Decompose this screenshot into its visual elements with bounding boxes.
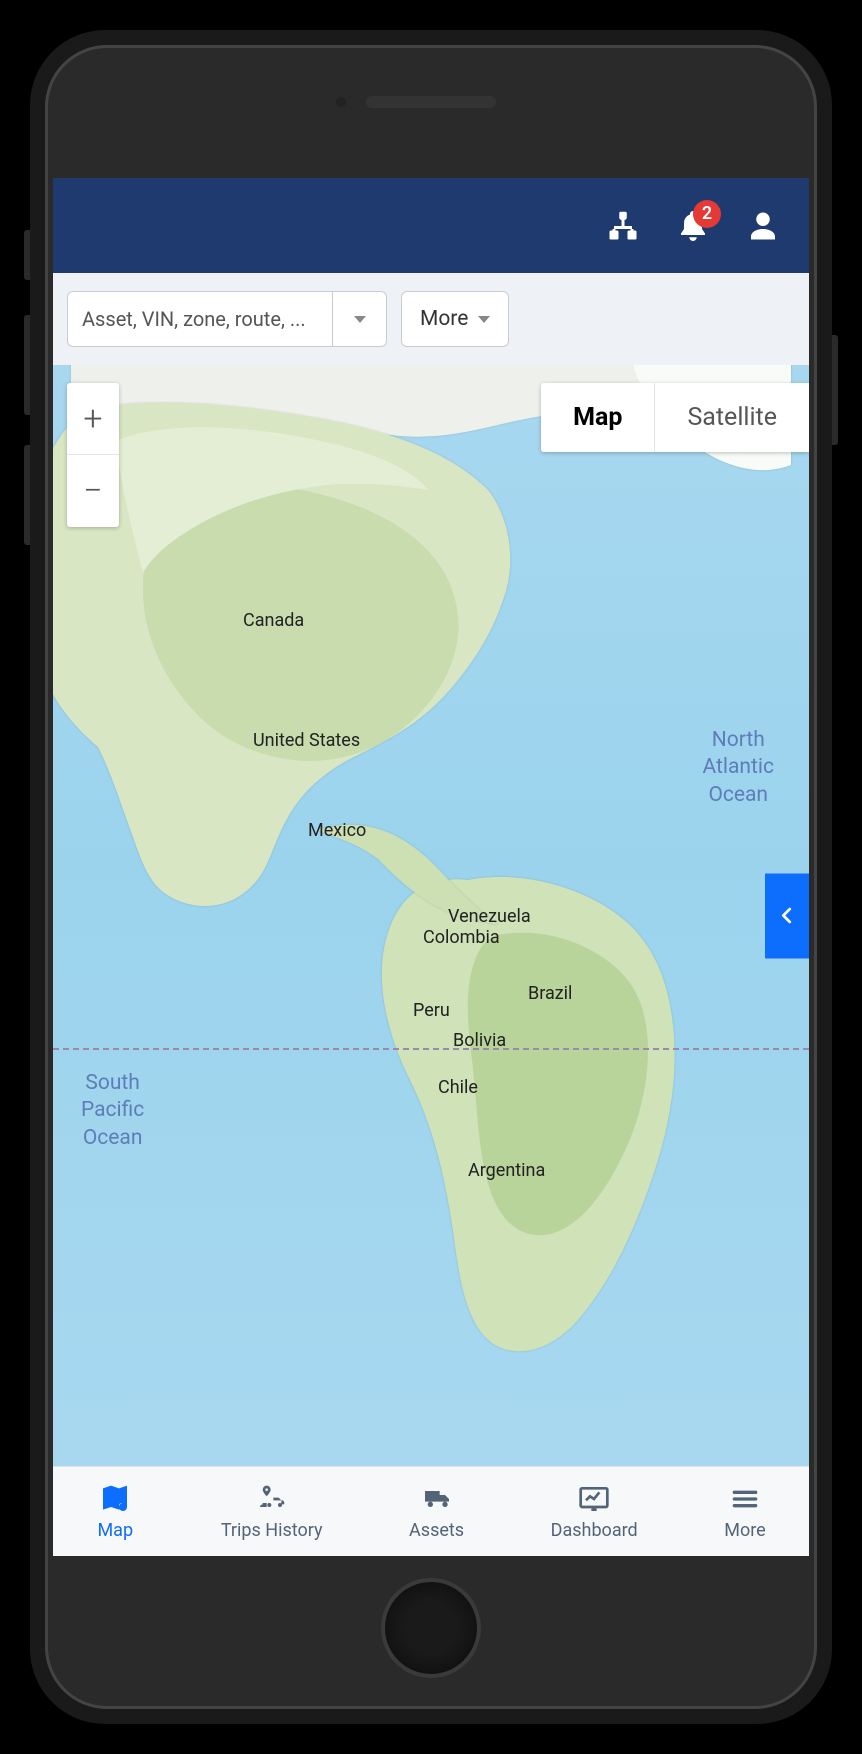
map-label-colombia: Colombia — [423, 927, 500, 948]
notifications-icon[interactable]: 2 — [675, 208, 711, 244]
ocean-label-south-pacific: South Pacific Ocean — [81, 1070, 144, 1152]
phone-camera — [336, 97, 346, 107]
nav-assets[interactable]: Assets — [409, 1483, 464, 1541]
nav-dashboard[interactable]: Dashboard — [551, 1483, 638, 1541]
map-icon — [96, 1483, 134, 1515]
map-type-map-button[interactable]: Map — [541, 383, 655, 452]
zoom-out-button[interactable]: − — [67, 455, 119, 527]
nav-trips-history[interactable]: Trips History — [221, 1483, 323, 1541]
map-label-peru: Peru — [413, 1000, 450, 1021]
phone-speaker — [366, 96, 496, 108]
app-header: 2 — [53, 178, 809, 273]
notification-badge: 2 — [693, 200, 721, 228]
phone-home-button[interactable] — [381, 1578, 481, 1678]
map-label-argentina: Argentina — [468, 1160, 545, 1181]
search-input[interactable]: Asset, VIN, zone, route, ... — [67, 291, 332, 347]
truck-icon — [418, 1483, 456, 1515]
nav-label: More — [724, 1520, 765, 1541]
map-label-mexico: Mexico — [308, 820, 366, 841]
dashboard-icon — [575, 1483, 613, 1515]
nav-label: Dashboard — [551, 1520, 638, 1541]
bottom-nav: Map Trips History Assets Dashboard More — [53, 1466, 809, 1556]
phone-frame: 2 Asset, VIN, zone, route, ... More — [30, 30, 832, 1724]
nav-label: Assets — [409, 1520, 464, 1541]
search-combo: Asset, VIN, zone, route, ... — [67, 291, 387, 347]
zoom-in-button[interactable]: + — [67, 383, 119, 455]
map-label-brazil: Brazil — [528, 983, 572, 1004]
nav-label: Trips History — [221, 1520, 323, 1541]
phone-side-button — [832, 335, 838, 445]
map-label-bolivia: Bolivia — [453, 1030, 506, 1051]
phone-body: 2 Asset, VIN, zone, route, ... More — [45, 45, 817, 1709]
more-filter-button[interactable]: More — [401, 291, 509, 347]
map-type-satellite-button[interactable]: Satellite — [655, 383, 809, 452]
chevron-down-icon — [478, 316, 490, 323]
nav-label: Map — [97, 1520, 133, 1541]
more-label: More — [420, 307, 468, 331]
user-profile-icon[interactable] — [745, 208, 781, 244]
chevron-down-icon — [354, 316, 366, 323]
map-label-canada: Canada — [243, 610, 304, 631]
zoom-controls: + − — [67, 383, 119, 527]
filter-bar: Asset, VIN, zone, route, ... More — [53, 273, 809, 365]
phone-side-button — [24, 230, 30, 280]
search-dropdown-button[interactable] — [332, 291, 387, 347]
map-label-us: United States — [253, 730, 360, 751]
map-label-venezuela: Venezuela — [448, 906, 531, 927]
hierarchy-icon[interactable] — [605, 208, 641, 244]
ocean-label-north-atlantic: North Atlantic Ocean — [703, 727, 775, 809]
menu-icon — [726, 1483, 764, 1515]
chevron-left-icon — [776, 905, 798, 927]
trips-icon — [253, 1483, 291, 1515]
equator-line — [53, 1048, 809, 1050]
app-screen: 2 Asset, VIN, zone, route, ... More — [53, 178, 809, 1556]
nav-map[interactable]: Map — [96, 1483, 134, 1541]
map-type-toggle: Map Satellite — [541, 383, 809, 452]
map-label-chile: Chile — [438, 1077, 478, 1098]
collapse-panel-button[interactable] — [765, 873, 809, 958]
phone-side-button — [24, 315, 30, 415]
map-canvas[interactable]: Canada United States Mexico Venezuela Co… — [53, 365, 809, 1466]
nav-more[interactable]: More — [724, 1483, 765, 1541]
phone-side-button — [24, 445, 30, 545]
